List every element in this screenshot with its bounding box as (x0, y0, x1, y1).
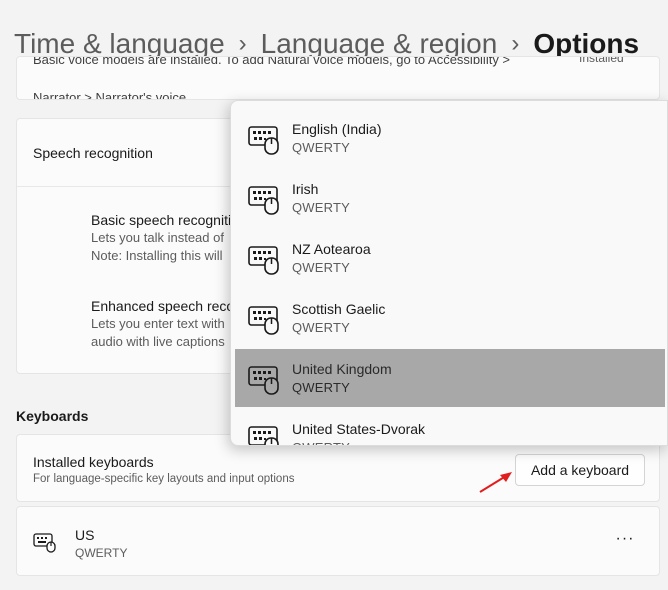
basic-speech-desc1: Lets you talk instead of (91, 230, 224, 245)
us-keyboard-layout: QWERTY (75, 546, 128, 560)
more-options-button[interactable]: ··· (611, 529, 639, 553)
chevron-right-icon: › (238, 30, 247, 57)
dropdown-item-name: Scottish Gaelic (292, 301, 386, 317)
keyboard-dropdown[interactable]: English (India) QWERTY Irish QWERTY NZ Aotea… (230, 100, 668, 446)
keyboards-section-label: Keyboards (16, 408, 89, 424)
dropdown-item-name: Irish (292, 181, 319, 197)
dropdown-item-name: United States-Dvorak (292, 421, 426, 437)
keyboard-mouse-icon (247, 303, 281, 335)
dropdown-item-english-india[interactable]: English (India) QWERTY (235, 109, 665, 167)
voice-models-card: Basic voice models are installed. To add… (16, 56, 660, 100)
keyboard-mouse-icon (247, 123, 281, 155)
dropdown-item-united-states-dvorak[interactable]: United States-Dvorak QWERTY (235, 409, 665, 445)
keyboard-mouse-icon (247, 423, 281, 445)
dropdown-item-layout: QWERTY (292, 260, 351, 275)
speech-recognition-title: Speech recognition (33, 145, 153, 161)
annotation-arrow-icon (479, 472, 512, 493)
dropdown-item-name: NZ Aotearoa (292, 241, 371, 257)
dropdown-item-irish[interactable]: Irish QWERTY (235, 169, 665, 227)
voice-status-text: Installed (579, 56, 624, 65)
dropdown-item-name: English (India) (292, 121, 382, 137)
us-keyboard-row: US QWERTY ··· (16, 506, 660, 576)
dropdown-item-united-kingdom[interactable]: United Kingdom QWERTY (235, 349, 665, 407)
chevron-right-icon: › (511, 30, 520, 57)
dropdown-item-layout: QWERTY (292, 140, 351, 155)
us-keyboard-name: US (75, 527, 95, 543)
installed-keyboards-subtitle: For language-specific key layouts and in… (33, 473, 295, 485)
keyboard-icon (33, 533, 56, 553)
keyboard-mouse-icon (247, 183, 281, 215)
keyboard-mouse-icon (247, 243, 281, 275)
dropdown-item-scottish-gaelic[interactable]: Scottish Gaelic QWERTY (235, 289, 665, 347)
dropdown-item-layout: QWERTY (292, 380, 351, 395)
basic-speech-title: Basic speech recognition (91, 212, 247, 228)
installed-keyboards-title: Installed keyboards (33, 454, 154, 470)
voice-models-line2: Narrator > Narrator's voice (33, 90, 187, 100)
dropdown-item-name: United Kingdom (292, 361, 392, 377)
basic-speech-desc2: Note: Installing this will (91, 248, 223, 263)
dropdown-item-nz-aotearoa[interactable]: NZ Aotearoa QWERTY (235, 229, 665, 287)
basic-speech-item: Basic speech recognition Lets you talk i… (91, 211, 247, 265)
add-keyboard-button[interactable]: Add a keyboard (515, 454, 645, 486)
dropdown-item-layout: QWERTY (292, 200, 351, 215)
voice-models-line1: Basic voice models are installed. To add… (33, 56, 511, 67)
dropdown-item-layout: QWERTY (292, 320, 351, 335)
dropdown-item-layout: QWERTY (292, 440, 350, 445)
keyboard-mouse-icon (247, 363, 281, 395)
